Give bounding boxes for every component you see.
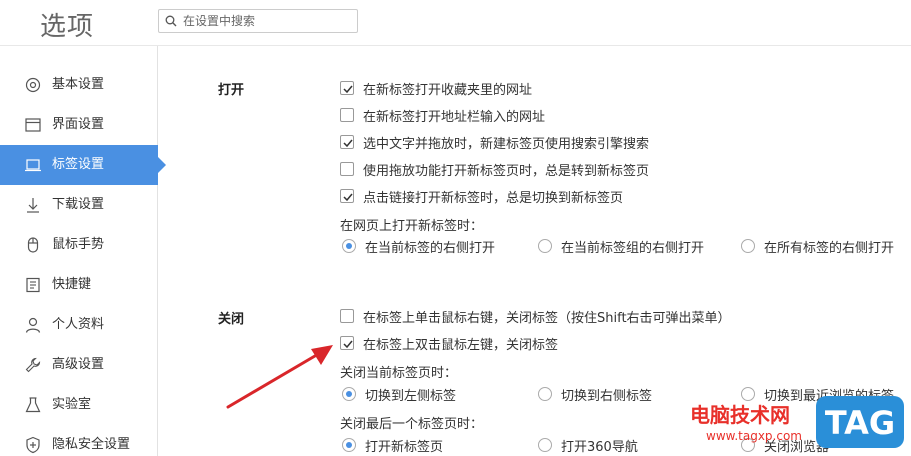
annotation-arrow-icon [226,345,333,409]
option-right-click-close-tab[interactable]: 在标签上单击鼠标右键，关闭标签（按住Shift右击可弹出菜单） [340,307,731,326]
radio-right-of-all-tabs[interactable]: 在所有标签的右侧打开 [741,237,895,256]
sidebar-item-download[interactable]: 下载设置 [0,185,158,225]
radio-switch-right-tab[interactable]: 切换到右侧标签 [538,385,653,404]
checkbox-checked[interactable] [340,135,354,149]
checkbox[interactable] [340,309,354,323]
radio-label: 切换到左侧标签 [365,388,457,404]
radio-label: 在所有标签的右侧打开 [764,240,895,256]
radio-right-of-current-tab[interactable]: 在当前标签的右侧打开 [342,237,496,256]
radio-button-selected[interactable] [342,239,356,253]
checkbox-checked[interactable] [340,81,354,95]
radio-label: 打开新标签页 [365,439,444,455]
close-last-label: 关闭最后一个标签页时： [340,417,484,432]
checkmark-icon [343,340,353,349]
sidebar-item-tabs[interactable]: 标签设置 [0,145,166,185]
radio-button[interactable] [538,239,552,253]
radio-button-selected[interactable] [342,438,356,452]
sidebar-item-label: 标签设置 [52,157,105,172]
tag-logo-icon: TAG [816,396,904,448]
checkmark-icon [343,139,353,148]
new-tab-position-label: 在网页上打开新标签时： [340,219,484,234]
option-double-click-close-tab[interactable]: 在标签上双击鼠标左键，关闭标签 [340,334,559,353]
radio-switch-left-tab[interactable]: 切换到左侧标签 [342,385,457,404]
sidebar-item-mouse-gesture[interactable]: 鼠标手势 [0,225,158,265]
search-icon [165,15,177,27]
radio-button[interactable] [538,438,552,452]
tab-icon [25,159,41,172]
watermark-url: www.tagxp.com [706,429,802,443]
radio-label: 切换到右侧标签 [561,388,653,404]
sidebar-item-interface[interactable]: 界面设置 [0,105,158,145]
checkmark-icon [343,85,353,94]
watermark: 电脑技术网 www.tagxp.com TAG [690,392,911,456]
window-icon [25,118,41,132]
search-box[interactable] [158,9,358,33]
radio-label: 在当前标签的右侧打开 [365,240,496,256]
option-label: 在新标签打开地址栏输入的网址 [363,109,546,125]
sidebar-item-label: 实验室 [52,397,92,412]
radio-label: 在当前标签组的右侧打开 [561,240,705,256]
sidebar-item-label: 界面设置 [52,117,105,132]
page-title: 选项 [40,12,95,42]
sidebar-item-label: 隐私安全设置 [52,437,131,452]
sidebar-item-privacy[interactable]: 隐私安全设置 [0,425,158,456]
close-current-label: 关闭当前标签页时： [340,366,458,381]
option-label: 选中文字并拖放时，新建标签页使用搜索引擎搜索 [363,136,650,152]
radio-button-selected[interactable] [342,387,356,401]
sidebar-item-label: 高级设置 [52,357,105,372]
sidebar-item-shortcuts[interactable]: 快捷键 [0,265,158,305]
option-label: 使用拖放功能打开新标签页时，总是转到新标签页 [363,163,650,179]
option-label: 在标签上双击鼠标左键，关闭标签 [363,337,559,353]
option-label: 在新标签打开收藏夹里的网址 [363,82,533,98]
option-drag-text-search[interactable]: 选中文字并拖放时，新建标签页使用搜索引擎搜索 [340,133,650,152]
mouse-icon [27,237,39,253]
search-input[interactable] [183,10,355,32]
checkbox-checked[interactable] [340,189,354,203]
sidebar: 基本设置 界面设置 标签设置 下载设置 鼠标手势 快捷键 个人资料 高级设置 实… [0,46,166,456]
sidebar-item-profile[interactable]: 个人资料 [0,305,158,345]
svg-text:TAG: TAG [825,404,895,442]
keyboard-icon [26,277,40,293]
option-drag-switch-new-tab[interactable]: 使用拖放功能打开新标签页时，总是转到新标签页 [340,160,650,179]
radio-open-360-nav[interactable]: 打开360导航 [538,436,638,455]
sidebar-item-label: 鼠标手势 [52,237,105,252]
sidebar-item-advanced[interactable]: 高级设置 [0,345,158,385]
sidebar-item-lab[interactable]: 实验室 [0,385,158,425]
option-click-link-switch-tab[interactable]: 点击链接打开新标签时，总是切换到新标签页 [340,187,624,206]
header: 选项 [0,0,911,46]
shield-icon [26,436,40,454]
radio-label: 打开360导航 [561,439,638,455]
checkmark-icon [343,193,353,202]
user-icon [25,317,41,333]
checkbox[interactable] [340,162,354,176]
section-title-open: 打开 [218,83,245,98]
sidebar-item-basic[interactable]: 基本设置 [0,65,158,105]
option-label: 点击链接打开新标签时，总是切换到新标签页 [363,190,624,206]
radio-button[interactable] [741,239,755,253]
download-icon [27,198,39,213]
watermark-text: 电脑技术网 [690,403,790,427]
option-open-favorites-new-tab[interactable]: 在新标签打开收藏夹里的网址 [340,79,533,98]
option-label: 在标签上单击鼠标右键，关闭标签（按住Shift右击可弹出菜单） [363,310,731,326]
sidebar-item-label: 个人资料 [52,317,105,332]
sidebar-item-label: 快捷键 [52,277,92,292]
radio-right-of-tab-group[interactable]: 在当前标签组的右侧打开 [538,237,705,256]
sidebar-item-label: 基本设置 [52,77,105,92]
checkbox-checked[interactable] [340,336,354,350]
flask-icon [25,397,41,413]
wrench-icon [25,357,41,373]
sidebar-item-label: 下载设置 [52,197,105,212]
radio-open-new-tab[interactable]: 打开新标签页 [342,436,444,455]
checkbox[interactable] [340,108,354,122]
section-title-close: 关闭 [218,312,245,327]
option-open-addressbar-new-tab[interactable]: 在新标签打开地址栏输入的网址 [340,106,546,125]
gear-icon [25,77,41,93]
radio-button[interactable] [538,387,552,401]
